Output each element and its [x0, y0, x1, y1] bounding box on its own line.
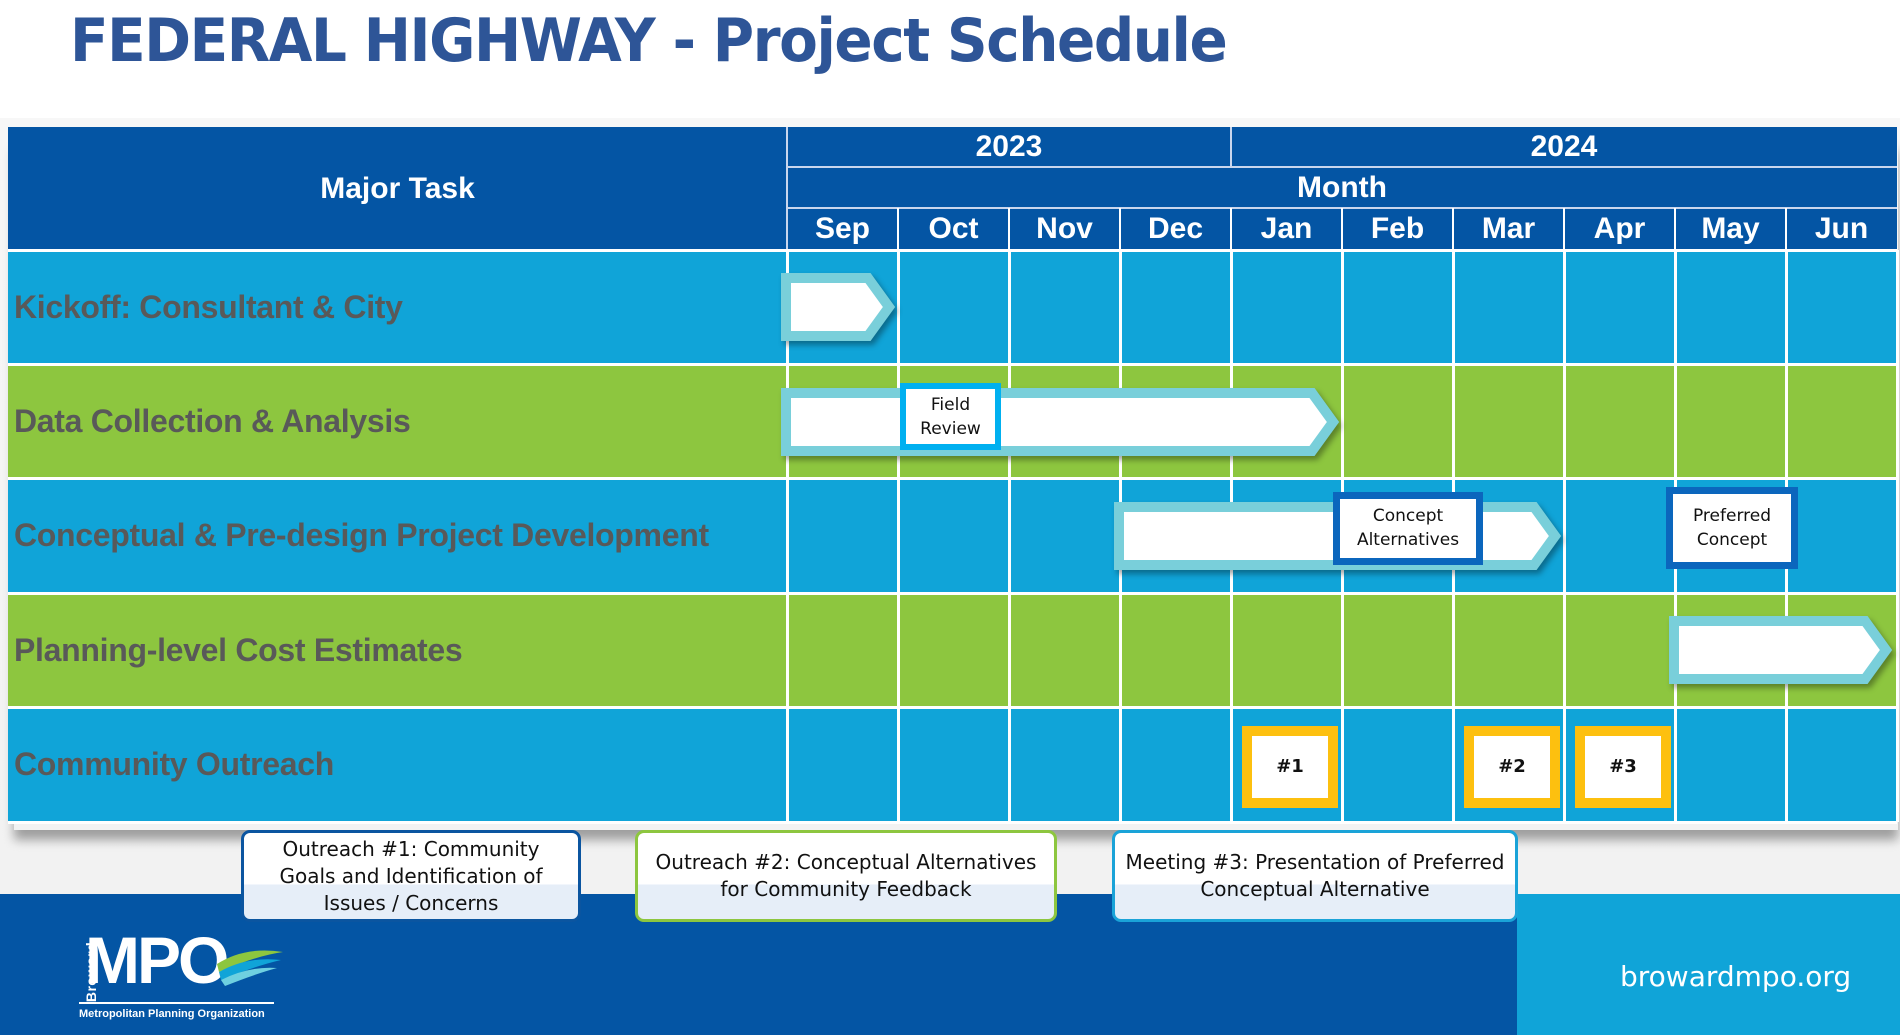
task-bar: [1669, 616, 1893, 685]
task-label: Kickoff: Consultant & City: [14, 288, 403, 325]
header-divider: [1563, 208, 1565, 250]
task-bar: [781, 387, 1340, 456]
header-divider: [1230, 127, 1232, 167]
header-divider: [1785, 208, 1787, 250]
month-header-oct: Oct: [898, 208, 1009, 250]
task-bar: [781, 273, 896, 342]
year-header-2024: 2024: [1231, 127, 1897, 167]
column-divider: [1562, 250, 1566, 822]
header-divider: [786, 127, 788, 250]
page-title: FEDERAL HIGHWAY - Project Schedule: [70, 6, 1228, 76]
callout-text: Meeting #3: Presentation of Preferred Co…: [1125, 850, 1505, 901]
milestone-2: #2: [1464, 725, 1560, 808]
callout-text: Outreach #2: Conceptual Alternatives for…: [655, 850, 1037, 901]
month-header-jan: Jan: [1231, 208, 1342, 250]
logo-mpo-text: MPO: [85, 923, 229, 997]
row-divider: [8, 706, 1897, 710]
row-divider: [8, 248, 1897, 252]
header-divider: [1119, 208, 1121, 250]
logo-subtitle: Metropolitan Planning Organization: [79, 1008, 265, 1020]
year-header-2023: 2023: [787, 127, 1231, 167]
broward-mpo-logo: Broward MPO Metropolitan Planning Organi…: [75, 923, 283, 1027]
month-header-feb: Feb: [1342, 208, 1453, 250]
task-bar-arrow: [781, 387, 1340, 456]
major-task-header: Major Task: [8, 127, 787, 250]
milestone-label: #1: [1276, 755, 1304, 777]
milestone-1: #1: [1242, 725, 1338, 808]
callout-text: Outreach #1: Community Goals and Identif…: [279, 836, 543, 915]
task-label: Community Outreach: [14, 746, 334, 783]
month-header-apr: Apr: [1564, 208, 1675, 250]
column-divider: [1007, 250, 1011, 822]
callout-outreach-2: Outreach #2: Conceptual Alternatives for…: [635, 830, 1057, 922]
header-divider: [1674, 208, 1676, 250]
task-bar-shape: [1669, 616, 1893, 685]
header-divider: [1341, 208, 1343, 250]
milestone-label: #2: [1498, 755, 1526, 777]
milestone-field-review: Field Review: [900, 383, 1001, 451]
gantt-chart: Major Task Month 2023 2024 Sep Oct Nov Dec Jan…: [8, 127, 1899, 824]
task-bar-arrow: [781, 273, 896, 342]
row-divider: [8, 477, 1897, 481]
milestone-label: Field Review: [920, 394, 981, 439]
task-bar-shape: [781, 273, 896, 342]
website-link[interactable]: browardmpo.org: [1620, 960, 1851, 993]
header-divider: [1452, 208, 1454, 250]
task-label: Conceptual & Pre-design Project Developm…: [14, 517, 709, 554]
row-divider: [8, 362, 1897, 366]
row-divider: [8, 591, 1897, 595]
logo-waves-icon: [217, 950, 283, 986]
logo-divider: [79, 1002, 274, 1004]
month-header-mar: Mar: [1453, 208, 1564, 250]
row-divider: [8, 820, 1897, 824]
task-bar-shape: [781, 387, 1340, 456]
milestone-concept-alternatives: Concept Alternatives: [1333, 491, 1483, 565]
month-header: Month: [787, 167, 1897, 208]
month-header-dec: Dec: [1120, 208, 1231, 250]
column-divider: [1895, 250, 1899, 822]
month-header-sep: Sep: [787, 208, 898, 250]
milestone-label: #3: [1609, 755, 1637, 777]
column-divider: [896, 250, 900, 822]
task-label: Planning-level Cost Estimates: [14, 631, 463, 668]
month-header-jun: Jun: [1786, 208, 1897, 250]
milestone-label: Preferred Concept: [1692, 505, 1772, 550]
month-header-may: May: [1675, 208, 1786, 250]
header-divider: [1230, 208, 1232, 250]
callout-outreach-1: Outreach #1: Community Goals and Identif…: [241, 830, 581, 922]
header-divider: [787, 166, 1897, 168]
month-header-nov: Nov: [1009, 208, 1120, 250]
task-bar-arrow: [1669, 616, 1893, 685]
milestone-preferred-concept: Preferred Concept: [1666, 486, 1798, 569]
header-divider: [897, 208, 899, 250]
milestone-3: #3: [1575, 725, 1671, 808]
task-label: Data Collection & Analysis: [14, 403, 411, 440]
milestone-label: Concept Alternatives: [1356, 506, 1460, 551]
header-divider: [1008, 208, 1010, 250]
callout-meeting-3: Meeting #3: Presentation of Preferred Co…: [1112, 830, 1518, 922]
